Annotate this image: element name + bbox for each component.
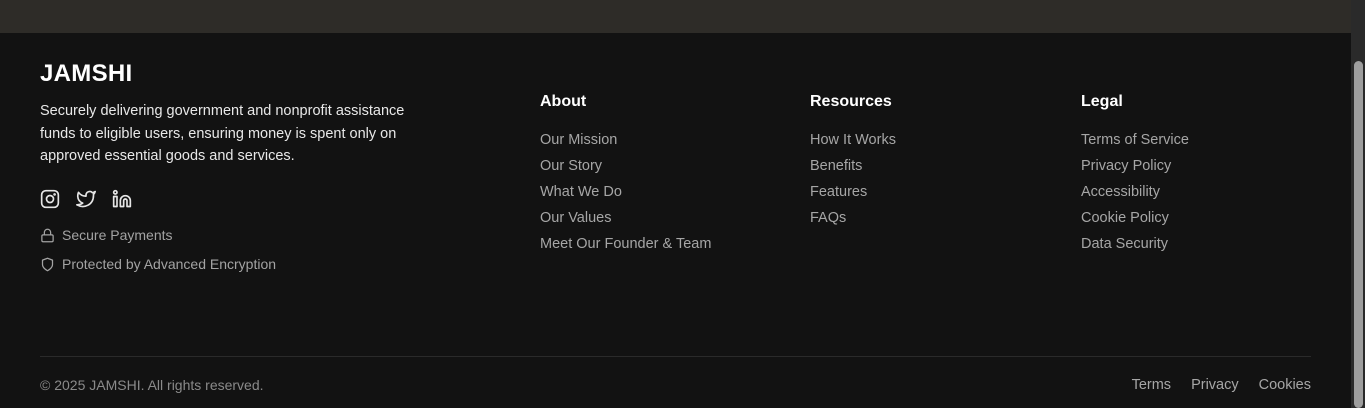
bottom-link-terms[interactable]: Terms [1132, 376, 1171, 394]
link-accessibility[interactable]: Accessibility [1081, 184, 1160, 200]
link-our-mission[interactable]: Our Mission [540, 132, 617, 148]
secure-payments-badge: Secure Payments [40, 226, 420, 245]
footer-column-legal: Legal Terms of Service Privacy Policy Ac… [1081, 92, 1189, 257]
link-terms-of-service[interactable]: Terms of Service [1081, 132, 1189, 148]
link-benefits[interactable]: Benefits [810, 158, 862, 174]
bottom-link-privacy[interactable]: Privacy [1191, 376, 1239, 394]
page: JAMSHI Securely delivering government an… [0, 0, 1365, 408]
footer-brand: JAMSHI Securely delivering government an… [40, 60, 420, 284]
bottom-link-cookies[interactable]: Cookies [1259, 376, 1311, 394]
page-content-bottom-edge [0, 0, 1351, 33]
copyright-text: © 2025 JAMSHI. All rights reserved. [40, 377, 264, 393]
link-features[interactable]: Features [810, 184, 867, 200]
link-how-it-works[interactable]: How It Works [810, 132, 896, 148]
link-our-story[interactable]: Our Story [540, 158, 602, 174]
secure-payments-label: Secure Payments [62, 227, 173, 243]
linkedin-icon[interactable] [112, 189, 132, 209]
about-heading: About [540, 93, 587, 110]
legal-heading: Legal [1081, 93, 1123, 110]
link-founder-team[interactable]: Meet Our Founder & Team [540, 236, 711, 252]
shield-icon [40, 257, 55, 272]
social-links [40, 188, 420, 210]
encryption-label: Protected by Advanced Encryption [62, 256, 277, 272]
footer-column-resources: Resources How It Works Benefits Features… [810, 92, 896, 231]
bottom-links: Terms Privacy Cookies [1132, 376, 1311, 394]
link-cookie-policy[interactable]: Cookie Policy [1081, 210, 1169, 226]
link-privacy-policy[interactable]: Privacy Policy [1081, 158, 1171, 174]
lock-icon [40, 228, 55, 243]
instagram-icon[interactable] [40, 189, 60, 209]
encryption-badge: Protected by Advanced Encryption [40, 255, 420, 274]
footer-column-about: About Our Mission Our Story What We Do O… [540, 92, 711, 257]
link-our-values[interactable]: Our Values [540, 210, 611, 226]
trust-badges: Secure Payments Protected by Advanced En… [40, 226, 420, 274]
link-data-security[interactable]: Data Security [1081, 236, 1168, 252]
scrollbar-thumb[interactable] [1354, 61, 1363, 408]
footer-divider [40, 356, 1311, 357]
link-faqs[interactable]: FAQs [810, 210, 846, 226]
vertical-scrollbar[interactable] [1351, 0, 1365, 408]
brand-logo-text[interactable]: JAMSHI [40, 60, 420, 88]
resources-links: How It Works Benefits Features FAQs [810, 127, 896, 231]
about-links: Our Mission Our Story What We Do Our Val… [540, 127, 711, 257]
resources-heading: Resources [810, 93, 892, 110]
link-what-we-do[interactable]: What We Do [540, 184, 622, 200]
twitter-icon[interactable] [76, 189, 96, 209]
brand-description: Securely delivering government and nonpr… [40, 103, 405, 164]
legal-links: Terms of Service Privacy Policy Accessib… [1081, 127, 1189, 257]
